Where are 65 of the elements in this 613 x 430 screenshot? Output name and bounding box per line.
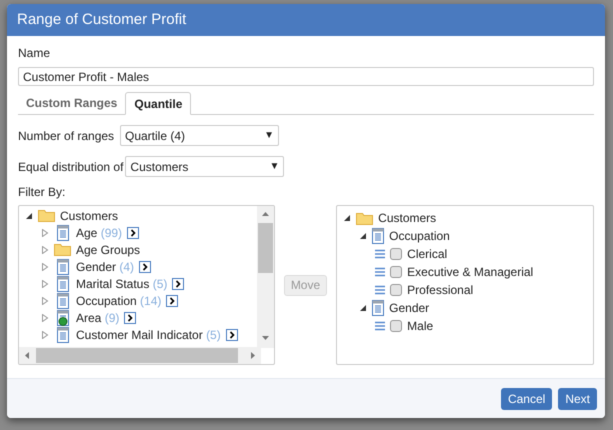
- folder-icon: [38, 209, 55, 222]
- list-lines-icon: [375, 249, 386, 259]
- chevron-right-icon[interactable]: [166, 294, 178, 306]
- tree-item-label[interactable]: Gender: [389, 299, 430, 317]
- tree-item-label[interactable]: Customers: [378, 209, 436, 227]
- tree-item-label[interactable]: Age (99): [76, 224, 122, 242]
- setting-label: Equal distribution of: [18, 158, 124, 176]
- document-icon: [56, 276, 68, 292]
- tree-item-label[interactable]: Customers: [60, 206, 118, 224]
- collapse-arrow-icon[interactable]: [25, 212, 33, 220]
- document-icon: [56, 292, 68, 308]
- tree-item-label[interactable]: Executive & Managerial: [407, 263, 534, 281]
- tree-item-label[interactable]: Gender (4): [76, 258, 134, 276]
- tab[interactable]: Quantile: [125, 92, 192, 115]
- setting-label: Number of ranges: [18, 128, 116, 144]
- filter-label: Filter By:: [18, 184, 66, 201]
- tree-item-label[interactable]: Clerical: [407, 245, 448, 263]
- collapse-arrow-icon[interactable]: [359, 232, 368, 240]
- document-icon: [372, 228, 384, 244]
- chevron-right-icon[interactable]: [124, 312, 136, 324]
- globe-document-icon: [56, 310, 68, 326]
- tab[interactable]: Custom Ranges: [18, 92, 126, 114]
- expand-arrow-icon[interactable]: [41, 296, 49, 304]
- list-lines-icon: [375, 267, 386, 277]
- window-title: Range of Customer Profit: [17, 10, 186, 30]
- chevron-right-icon[interactable]: [127, 226, 140, 238]
- document-icon: [56, 258, 68, 274]
- tree-item-label[interactable]: Professional: [407, 281, 474, 299]
- document-icon: [372, 300, 384, 316]
- expand-arrow-icon[interactable]: [41, 314, 49, 322]
- list-lines-icon: [375, 285, 386, 295]
- document-icon: [56, 224, 68, 240]
- chevron-right-icon[interactable]: [139, 260, 152, 272]
- collapse-arrow-icon[interactable]: [343, 214, 352, 222]
- checkbox[interactable]: [390, 320, 402, 332]
- expand-arrow-icon[interactable]: [41, 280, 49, 288]
- list-lines-icon: [375, 321, 386, 331]
- checkbox[interactable]: [390, 266, 402, 278]
- folder-icon: [356, 212, 374, 224]
- tree-item-label[interactable]: Age Groups: [76, 240, 140, 258]
- tree-item-label[interactable]: Occupation: [389, 227, 450, 245]
- dialog-button[interactable]: Cancel: [500, 388, 552, 410]
- vertical-scrollbar[interactable]: [256, 206, 274, 348]
- expand-arrow-icon[interactable]: [41, 246, 49, 254]
- dropdown[interactable]: Quartile (4) ▼: [120, 125, 279, 146]
- tree-item-label[interactable]: Area (9): [76, 308, 120, 326]
- expand-arrow-icon[interactable]: [41, 262, 49, 270]
- expand-arrow-icon[interactable]: [41, 228, 49, 236]
- name-label: Name: [18, 45, 52, 62]
- tree-item-label[interactable]: Customer Mail Indicator (5): [76, 326, 221, 344]
- tree-item-label[interactable]: Male: [407, 317, 434, 335]
- document-icon: [56, 326, 68, 342]
- collapse-arrow-icon[interactable]: [359, 304, 368, 312]
- chevron-right-icon[interactable]: [172, 278, 184, 290]
- expand-arrow-icon[interactable]: [41, 330, 49, 338]
- checkbox[interactable]: [390, 248, 402, 260]
- tree-item-label[interactable]: Occupation (14): [76, 292, 162, 310]
- chevron-right-icon[interactable]: [226, 328, 238, 340]
- folder-icon: [54, 243, 71, 256]
- name-field[interactable]: Customer Profit - Males: [18, 67, 594, 86]
- checkbox[interactable]: [390, 284, 402, 296]
- dropdown[interactable]: Customers ▼: [125, 156, 284, 177]
- dialog-button[interactable]: Next: [558, 388, 597, 410]
- horizontal-scrollbar[interactable]: [19, 347, 261, 364]
- tree-item-label[interactable]: Marital Status (5): [76, 274, 168, 292]
